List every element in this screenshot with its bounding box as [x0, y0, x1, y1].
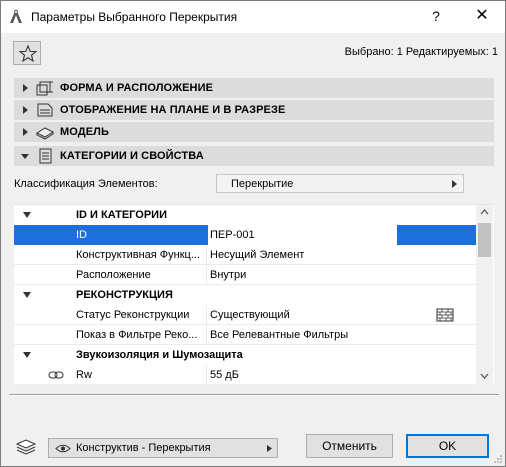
ok-button[interactable]: OK	[406, 434, 489, 458]
property-name: Конструктивная Функц...	[76, 249, 201, 261]
section-label: ФОРМА И РАСПОЛОЖЕНИЕ	[60, 82, 214, 94]
column-divider	[206, 265, 207, 285]
scrollbar-thumb[interactable]	[478, 223, 491, 257]
brick-wall-icon	[436, 308, 454, 322]
property-value[interactable]: Внутри	[210, 269, 246, 281]
column-divider	[206, 325, 207, 345]
close-button[interactable]: ✕	[459, 1, 505, 32]
section-label: КАТЕГОРИИ И СВОЙСТВА	[60, 150, 204, 162]
chevron-down-icon[interactable]	[480, 373, 489, 379]
column-divider	[206, 365, 207, 385]
chevron-down-icon	[23, 212, 31, 218]
classification-label: Классификация Элементов:	[14, 178, 158, 190]
chevron-right-icon	[267, 445, 272, 452]
section-floor-plan[interactable]: ОТОБРАЖЕНИЕ НА ПЛАНЕ И В РАЗРЕЗЕ	[14, 100, 494, 120]
group-header-renovation[interactable]: РЕКОНСТРУКЦИЯ	[14, 285, 476, 305]
property-name: Расположение	[76, 269, 151, 281]
property-value[interactable]: Несущий Элемент	[210, 249, 304, 261]
section-model[interactable]: МОДЕЛЬ	[14, 122, 494, 142]
section-label: МОДЕЛЬ	[60, 126, 109, 138]
property-name: ID	[76, 229, 87, 241]
section-label: ОТОБРАЖЕНИЕ НА ПЛАНЕ И В РАЗРЕЗЕ	[60, 104, 286, 116]
group-header-acoustics[interactable]: Звукоизоляция и Шумозащита	[14, 345, 476, 365]
property-value[interactable]: Все Релевантные Фильтры	[210, 329, 348, 341]
view-layer-select[interactable]: Конструктив - Перекрытия	[48, 438, 278, 458]
chevron-right-icon	[452, 180, 457, 188]
view-layer-value: Конструктив - Перекрытия	[76, 442, 211, 454]
group-title: РЕКОНСТРУКЦИЯ	[76, 289, 173, 301]
chevron-right-icon	[23, 106, 28, 114]
group-header-id-categories[interactable]: ID И КАТЕГОРИИ	[14, 205, 476, 225]
document-list-icon	[39, 148, 52, 164]
group-title: ID И КАТЕГОРИИ	[76, 209, 167, 221]
layers-icon	[15, 439, 37, 455]
properties-grid: ID И КАТЕГОРИИ ID ПЕР-001 Конструктивная…	[14, 204, 494, 385]
classification-value: Перекрытие	[231, 178, 294, 190]
footer-divider-highlight	[9, 395, 499, 396]
table-row[interactable]: ID ПЕР-001	[14, 225, 476, 245]
chevron-up-icon[interactable]	[480, 209, 489, 215]
floor-plan-icon	[37, 103, 53, 117]
slab-selection-settings-dialog: Параметры Выбранного Перекрытия ? ✕ Выбр…	[0, 0, 506, 467]
column-divider	[206, 305, 207, 325]
star-icon	[19, 45, 37, 62]
table-row[interactable]: Rw 55 дБ	[14, 365, 476, 385]
property-value[interactable]: 55 дБ	[210, 369, 239, 381]
chevron-down-icon	[21, 154, 29, 159]
classification-select[interactable]: Перекрытие	[216, 174, 464, 193]
table-row[interactable]: Расположение Внутри	[14, 265, 476, 285]
vertical-scrollbar[interactable]	[476, 205, 493, 385]
property-name: Статус Реконструкции	[76, 309, 190, 321]
group-title: Звукоизоляция и Шумозащита	[76, 349, 243, 361]
column-divider	[206, 245, 207, 265]
window-title: Параметры Выбранного Перекрытия	[31, 10, 238, 24]
help-button[interactable]: ?	[413, 1, 459, 32]
geometry-icon	[36, 81, 53, 96]
table-row[interactable]: Статус Реконструкции Существующий	[14, 305, 476, 325]
chevron-down-icon	[23, 352, 31, 358]
property-name: Показ в Фильтре Реко...	[76, 329, 198, 341]
cancel-button[interactable]: Отменить	[306, 434, 393, 458]
property-name: Rw	[76, 369, 92, 381]
resize-grip-icon[interactable]	[493, 454, 503, 464]
chevron-right-icon	[23, 128, 28, 136]
selection-count: Выбрано: 1 Редактируемых: 1	[344, 46, 498, 58]
table-row[interactable]: Показ в Фильтре Реко... Все Релевантные …	[14, 325, 476, 345]
link-icon	[48, 371, 64, 379]
eye-icon	[55, 444, 71, 453]
table-row[interactable]: Конструктивная Функц... Несущий Элемент	[14, 245, 476, 265]
model-icon	[36, 127, 54, 140]
section-categories-properties[interactable]: КАТЕГОРИИ И СВОЙСТВА	[14, 146, 494, 166]
property-value[interactable]: Существующий	[210, 309, 290, 321]
archicad-icon	[8, 8, 24, 24]
property-value[interactable]: ПЕР-001	[210, 229, 255, 241]
section-geometry[interactable]: ФОРМА И РАСПОЛОЖЕНИЕ	[14, 78, 494, 98]
favorites-button[interactable]	[13, 41, 41, 65]
chevron-right-icon	[23, 84, 28, 92]
chevron-down-icon	[23, 292, 31, 298]
title-bar: Параметры Выбранного Перекрытия ? ✕	[1, 1, 505, 33]
